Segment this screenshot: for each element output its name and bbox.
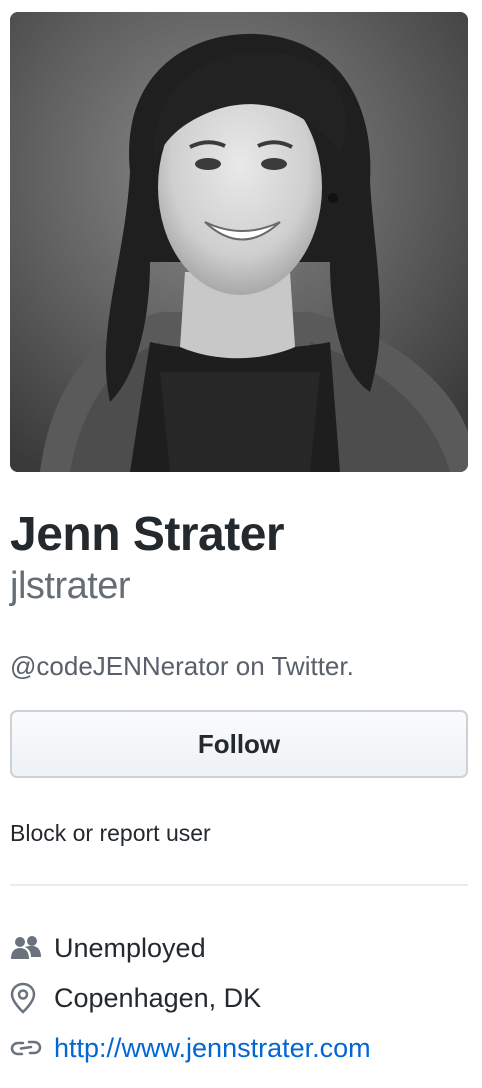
profile-card: Jenn Strater jlstrater @codeJENNerator o… <box>0 0 482 1088</box>
block-or-report-link[interactable]: Block or report user <box>10 818 211 848</box>
organization-text: Unemployed <box>54 933 206 963</box>
avatar-portrait-image <box>10 12 468 472</box>
location-pin-icon <box>10 981 44 1015</box>
follow-button[interactable]: Follow <box>10 710 468 778</box>
detail-website: http://www.jennstrater.com <box>10 1030 371 1066</box>
people-icon <box>10 931 44 965</box>
link-icon <box>10 1031 44 1065</box>
profile-full-name: Jenn Strater <box>10 508 285 561</box>
profile-avatar[interactable] <box>10 12 468 472</box>
profile-username: jlstrater <box>10 565 131 607</box>
detail-organization: Unemployed <box>10 930 206 966</box>
location-text: Copenhagen, DK <box>54 983 262 1013</box>
website-link[interactable]: http://www.jennstrater.com <box>54 1030 371 1066</box>
divider <box>10 884 468 886</box>
detail-location: Copenhagen, DK <box>10 980 261 1016</box>
profile-bio: @codeJENNerator on Twitter. <box>10 651 354 681</box>
